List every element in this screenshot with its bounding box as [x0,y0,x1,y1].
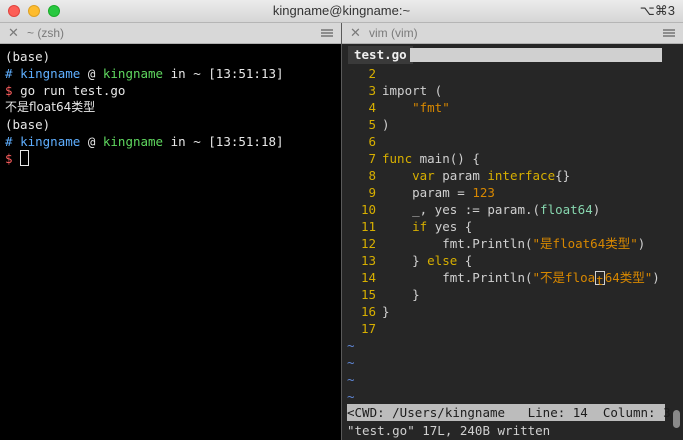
code-line: 2 [368,66,376,81]
terminal-line: (base) [5,49,51,64]
terminal-cursor [20,150,30,166]
terminal-output: 不是float64类型 [5,100,96,114]
empty-line-marker: ~ [347,389,355,404]
vim-message-line: "test.go" 17L, 240B written [347,423,551,438]
active-prompt-line[interactable]: $ [5,150,30,167]
code-line: 7 func main() { [368,151,480,166]
vertical-scrollbar[interactable] [670,44,683,440]
code-line: 13 } else { [360,253,473,268]
tab-vim-label: vim (vim) [369,26,418,40]
terminal-window: kingname@kingname:~ ⌥⌘3 ✕ ~ (zsh) ✕ vim … [0,0,683,440]
code-line: 9 param = 123 [368,185,495,200]
empty-line-marker: ~ [347,338,355,353]
code-line: 17 [360,321,376,336]
title-bar: kingname@kingname:~ ⌥⌘3 [0,0,683,23]
code-line: 5) [368,117,390,132]
tab-zsh[interactable]: ✕ ~ (zsh) [0,23,341,44]
prompt-line: # kingname @ kingname in ~ [13:51:13] [5,66,284,81]
vim-statusline: <CWD: /Users/kingname Line: 14 Column: 3… [347,404,679,421]
zsh-pane[interactable]: (base) # kingname @ kingname in ~ [13:51… [0,44,341,440]
close-icon[interactable]: ✕ [350,25,361,41]
terminal-line: (base) [5,117,51,132]
code-line-current: 14 fmt.Println("不是float64类型") [360,270,660,288]
code-line: 10 _, yes := param.(float64) [360,202,601,217]
code-line: 4 "fmt" [368,100,450,115]
code-line: 6 [368,134,376,149]
pane-menu-icon[interactable] [321,29,333,37]
close-icon[interactable]: ✕ [8,25,19,41]
vim-pane[interactable]: test.go 2 3 import ( 4 "fmt" 5) 6 7 func m… [342,44,679,440]
code-line: 16} [360,304,390,319]
code-line: 12 fmt.Println("是float64类型") [360,236,646,251]
empty-line-marker: ~ [347,372,355,387]
command-line: $ go run test.go [5,83,126,98]
tab-vim[interactable]: ✕ vim (vim) [342,23,683,44]
vim-tabline: test.go [342,44,670,66]
scrollbar-thumb[interactable] [673,410,680,428]
pane-menu-icon[interactable] [663,29,675,37]
code-line: 8 var param interface{} [368,168,571,183]
vim-cursor: t [595,271,605,288]
window-shortcut: ⌥⌘3 [639,3,675,18]
tab-zsh-label: ~ (zsh) [27,26,65,40]
code-line: 11 if yes { [360,219,473,234]
window-title: kingname@kingname:~ [272,3,411,18]
code-line: 15 } [360,287,420,302]
vim-buffer-tab[interactable]: test.go [348,46,413,64]
vim-tabline-fill [410,48,662,62]
code-line: 3 import ( [368,83,443,98]
empty-line-marker: ~ [347,355,355,370]
prompt-line: # kingname @ kingname in ~ [13:51:18] [5,134,284,149]
